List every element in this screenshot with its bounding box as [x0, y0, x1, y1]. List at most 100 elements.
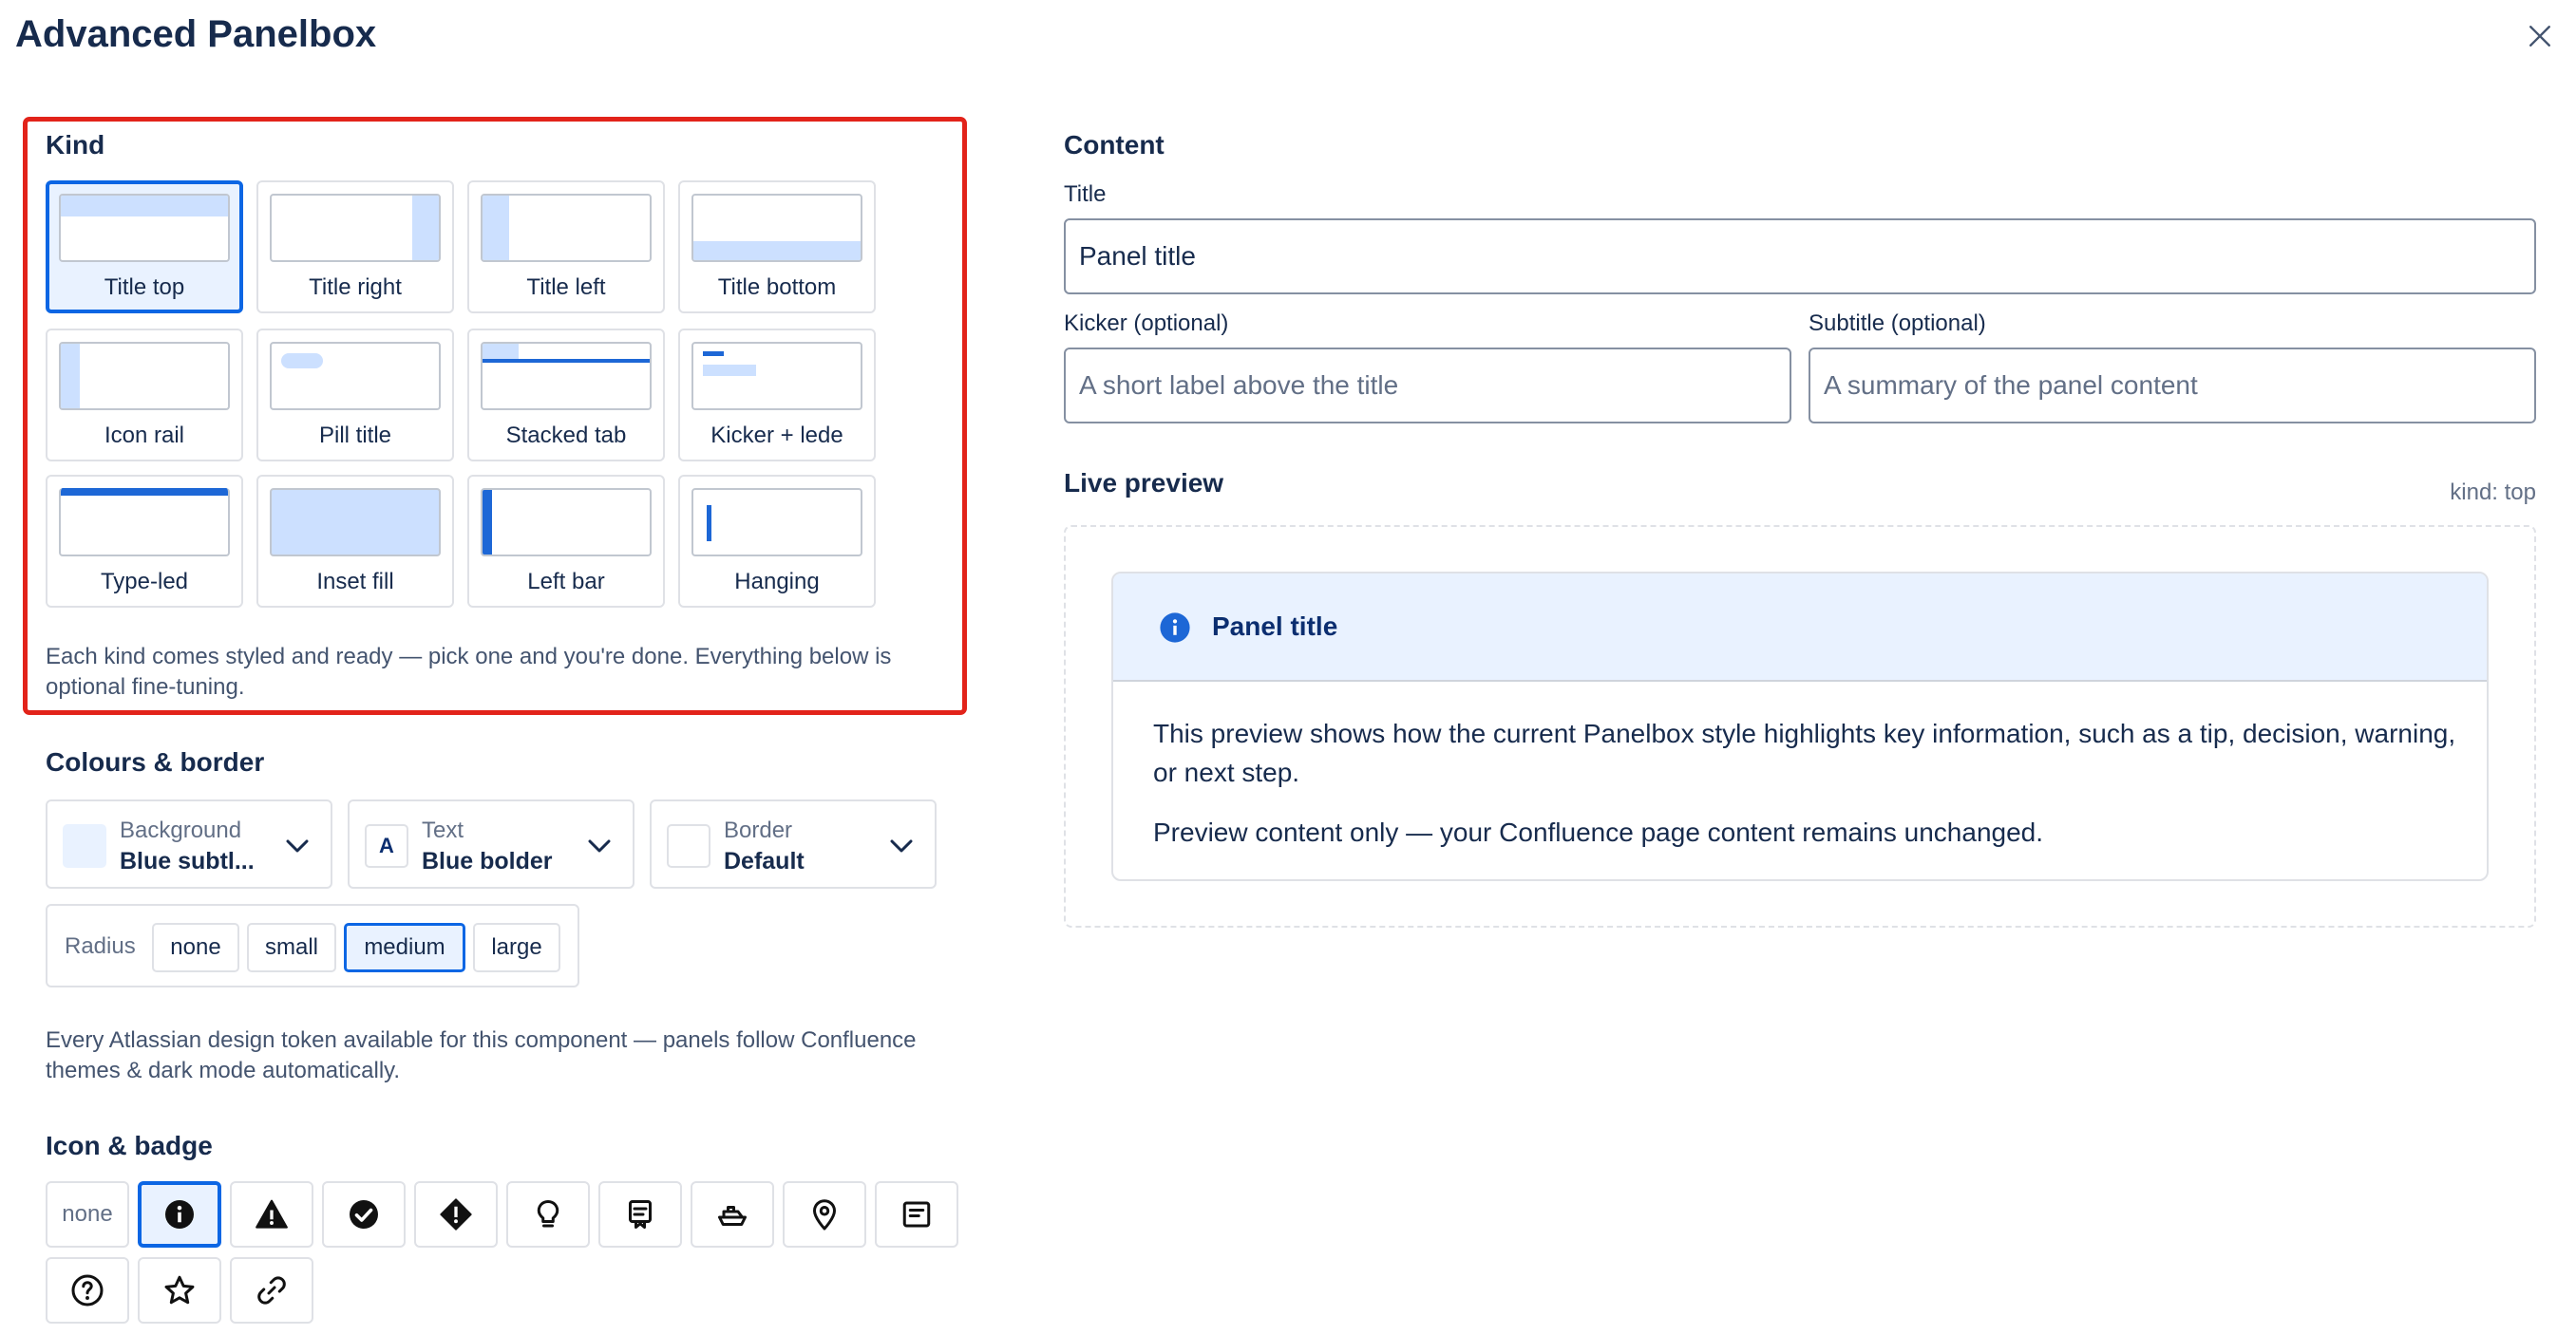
colours-heading: Colours & border: [46, 747, 265, 777]
background-colour-dropdown[interactable]: Background Blue subtl...: [46, 799, 332, 889]
icon-option-warning[interactable]: [230, 1181, 313, 1248]
text-colour-glyph: A: [379, 834, 394, 857]
icon-option-none[interactable]: none: [46, 1181, 129, 1248]
kind-thumbnail: [59, 488, 230, 556]
icon-option-ship[interactable]: [691, 1181, 774, 1248]
star-icon: [164, 1275, 195, 1305]
chevron-down-icon: [588, 839, 611, 853]
icon-option-info[interactable]: [138, 1181, 221, 1248]
note-icon: [902, 1201, 931, 1228]
kind-thumbnail: [481, 194, 652, 262]
ship-icon: [718, 1206, 747, 1226]
text-colour-dropdown[interactable]: A Text Blue bolder: [348, 799, 635, 889]
kind-thumbnail: [691, 194, 862, 262]
kicker-field-label: Kicker (optional): [1064, 310, 1229, 336]
dropdown-value: Blue subtl...: [120, 848, 255, 874]
preview-panel-title: Panel title: [1212, 611, 1338, 641]
border-colour-dropdown[interactable]: Border Default: [650, 799, 937, 889]
preview-panel-header: Panel title: [1113, 573, 2487, 682]
info-icon: [1160, 612, 1190, 643]
kind-option-icon-rail[interactable]: Icon rail: [46, 329, 243, 461]
kind-heading: Kind: [46, 130, 105, 160]
kind-option-label: Inset fill: [316, 569, 394, 594]
kind-option-label: Pill title: [318, 423, 392, 448]
kind-option-title-left[interactable]: Title left: [467, 180, 665, 313]
dropdown-caption: Background: [120, 818, 242, 843]
icon-option-star[interactable]: [138, 1257, 221, 1324]
kind-option-label: Type-led: [100, 569, 189, 594]
border-swatch: [667, 824, 710, 868]
kind-thumbnail: [691, 488, 862, 556]
dropdown-value: Default: [724, 848, 805, 874]
content-heading: Content: [1064, 130, 1165, 160]
preview-panel-body: This preview shows how the current Panel…: [1153, 714, 2464, 873]
kind-option-label: Left bar: [527, 569, 605, 594]
kind-option-kicker-lede[interactable]: Kicker + lede: [678, 329, 876, 461]
kind-thumbnail: [59, 194, 230, 262]
subtitle-input[interactable]: [1809, 348, 2536, 423]
preview-body-note: Preview content only — your Confluence p…: [1153, 818, 2044, 847]
kind-option-label: Title right: [309, 274, 402, 300]
radius-option-medium[interactable]: medium: [344, 923, 465, 972]
kind-option-left-bar[interactable]: Left bar: [467, 475, 665, 608]
dropdown-caption: Text: [422, 818, 464, 843]
text-swatch: A: [365, 824, 408, 868]
kind-option-title-right[interactable]: Title right: [256, 180, 454, 313]
preview-kind-meta: kind: top: [2450, 479, 2536, 505]
chevron-down-icon: [890, 839, 913, 853]
kind-option-title-bottom[interactable]: Title bottom: [678, 180, 876, 313]
kind-thumbnail: [270, 342, 441, 410]
kind-thumbnail: [481, 488, 652, 556]
title-field-label: Title: [1064, 181, 1107, 207]
radius-option-large[interactable]: large: [473, 923, 560, 972]
background-swatch: [63, 824, 106, 868]
icon-option-location[interactable]: [783, 1181, 866, 1248]
icon-option-error[interactable]: [414, 1181, 498, 1248]
kind-option-label: Title top: [104, 274, 185, 300]
kind-option-type-led[interactable]: Type-led: [46, 475, 243, 608]
icon-option-success[interactable]: [322, 1181, 406, 1248]
radius-selector: Radius none small medium large: [46, 904, 579, 987]
kind-thumbnail: [691, 342, 862, 410]
kicker-input[interactable]: [1064, 348, 1791, 423]
preview-body-text: This preview shows how the current Panel…: [1153, 719, 2456, 787]
kind-option-stacked-tab[interactable]: Stacked tab: [467, 329, 665, 461]
icon-option-note[interactable]: [875, 1181, 958, 1248]
kind-thumbnail: [59, 342, 230, 410]
kind-option-label: Title left: [526, 274, 606, 300]
warning-icon: [256, 1199, 288, 1229]
icon-option-lightbulb[interactable]: [506, 1181, 590, 1248]
feedback-icon: [629, 1200, 652, 1229]
kind-option-pill-title[interactable]: Pill title: [256, 329, 454, 461]
title-input[interactable]: [1064, 218, 2536, 294]
kind-thumbnail: [270, 194, 441, 262]
kind-option-label: Kicker + lede: [710, 423, 843, 448]
icon-badge-heading: Icon & badge: [46, 1131, 213, 1160]
location-pin-icon: [813, 1199, 836, 1231]
kind-thumbnail: [481, 342, 652, 410]
dialog-title: Advanced Panelbox: [15, 13, 377, 55]
icon-option-link[interactable]: [230, 1257, 313, 1324]
chevron-down-icon: [286, 839, 309, 853]
close-icon: [2529, 26, 2550, 47]
question-icon: [71, 1274, 104, 1307]
kind-option-title-top[interactable]: Title top: [46, 180, 243, 313]
colours-help-text: Every Atlassian design token available f…: [46, 1027, 917, 1083]
icon-option-feedback[interactable]: [598, 1181, 682, 1248]
kind-thumbnail: [270, 488, 441, 556]
radius-option-small[interactable]: small: [247, 923, 336, 972]
icon-none-label: none: [62, 1201, 113, 1227]
info-icon: [165, 1200, 194, 1229]
preview-panel: Panel title This preview shows how the c…: [1111, 572, 2489, 881]
link-icon: [257, 1276, 286, 1305]
kind-option-inset-fill[interactable]: Inset fill: [256, 475, 454, 608]
check-circle-icon: [350, 1200, 378, 1229]
icon-option-question[interactable]: [46, 1257, 129, 1324]
radius-option-none[interactable]: none: [152, 923, 239, 972]
kind-option-label: Icon rail: [104, 423, 185, 448]
kind-option-label: Title bottom: [717, 274, 837, 300]
close-button[interactable]: [2519, 15, 2561, 57]
kind-option-hanging[interactable]: Hanging: [678, 475, 876, 608]
lightbulb-icon: [537, 1200, 559, 1228]
radius-label: Radius: [65, 933, 136, 959]
